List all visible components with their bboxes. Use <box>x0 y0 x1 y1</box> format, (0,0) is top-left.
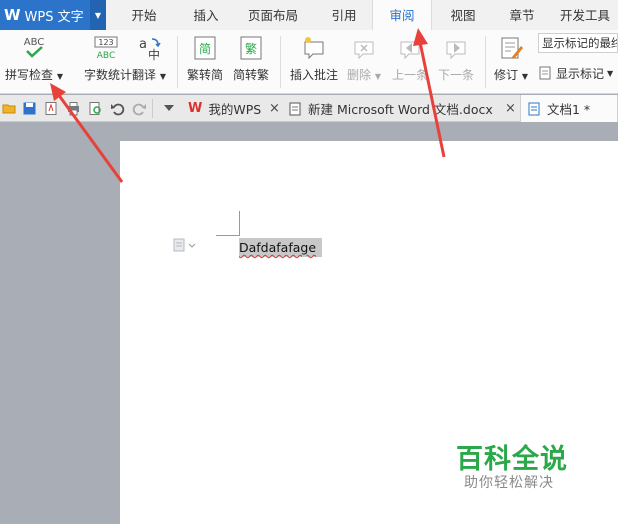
delete-comment-icon <box>354 41 374 60</box>
review-ribbon: ABC 拼写检查 ▼ 123 ABC 字数统计 a 中 翻译 ▼ 简 繁转简 繁… <box>0 30 618 94</box>
export-pdf-icon[interactable] <box>44 101 59 116</box>
customize-toolbar-icon[interactable] <box>163 103 175 113</box>
app-menu-button[interactable]: W WPS 文字 ▼ <box>0 0 106 30</box>
previous-comment-button[interactable]: 上一条 <box>388 30 432 90</box>
insert-comment-button[interactable]: 插入批注 <box>286 30 342 90</box>
spell-check-button[interactable]: ABC 拼写检查 ▼ <box>0 30 68 90</box>
doc-tab-new-word-doc[interactable]: 新建 Microsoft Word 文档.docx <box>284 95 516 122</box>
ribbon-separator <box>485 36 486 88</box>
doc-tab-label: 新建 Microsoft Word 文档.docx <box>308 102 493 117</box>
simp-to-trad-button[interactable]: 繁 简转繁 <box>230 30 272 90</box>
trad-to-simp-label: 繁转简 <box>186 68 223 82</box>
ribbon-separator <box>177 36 178 88</box>
close-icon[interactable]: × <box>269 95 280 122</box>
margin-marker <box>216 235 240 236</box>
paragraph-layout-icon[interactable] <box>172 238 198 252</box>
svg-text:简: 简 <box>199 42 211 56</box>
watermark-title: 百科全说 <box>456 444 568 475</box>
next-comment-icon <box>446 41 466 60</box>
chevron-down-icon: ▼ <box>607 68 614 78</box>
translate-label: 翻译 ▼ <box>132 68 166 82</box>
track-changes-label: 修订 ▼ <box>494 68 528 82</box>
tab-page-layout[interactable]: 页面布局 <box>230 0 316 30</box>
insert-comment-label: 插入批注 <box>289 68 338 82</box>
previous-label: 上一条 <box>391 68 428 82</box>
document-text[interactable]: Dafdafafage <box>239 238 323 257</box>
next-label: 下一条 <box>437 68 474 82</box>
markup-mode-select[interactable]: 显示标记的最终 <box>538 33 618 53</box>
translate-button[interactable]: a 中 翻译 ▼ <box>130 30 168 90</box>
word-count-icon: 123 ABC <box>94 36 118 61</box>
show-marks-icon <box>539 66 551 80</box>
svg-text:繁: 繁 <box>245 41 257 56</box>
track-changes-icon <box>501 37 523 59</box>
simp-to-trad-icon: 繁 <box>240 36 262 60</box>
doc-tab-label: 文档1 * <box>547 102 591 117</box>
simp-to-trad-label: 简转繁 <box>232 68 269 82</box>
svg-text:ABC: ABC <box>97 51 115 61</box>
watermark-subtitle: 助你轻松解决 <box>464 475 554 491</box>
tab-chapter[interactable]: 章节 <box>494 0 550 30</box>
toolbar-divider <box>152 99 153 118</box>
insert-comment-icon <box>304 37 324 60</box>
document-icon <box>528 102 540 115</box>
close-icon[interactable]: × <box>505 95 516 122</box>
print-preview-icon[interactable] <box>88 101 103 116</box>
save-icon[interactable] <box>22 101 37 116</box>
menu-tabs: 开始 插入 页面布局 引用 审阅 视图 章节 开发工具 <box>106 0 618 30</box>
svg-text:a: a <box>139 37 147 52</box>
tab-insert[interactable]: 插入 <box>182 0 230 30</box>
doc-tab-label: 我的WPS <box>208 102 262 117</box>
trad-to-simp-button[interactable]: 简 繁转简 <box>184 30 226 90</box>
redo-icon[interactable] <box>132 101 147 116</box>
app-title: WPS 文字 <box>24 9 84 25</box>
translate-icon: a 中 <box>139 37 161 61</box>
show-marks-button[interactable]: 显示标记 ▼ <box>538 64 613 82</box>
margin-marker <box>239 211 240 235</box>
svg-text:123: 123 <box>98 38 113 47</box>
delete-comment-button[interactable]: 删除 ▼ <box>344 30 384 90</box>
menu-bar: W WPS 文字 ▼ 开始 插入 页面布局 引用 审阅 视图 章节 开发工具 <box>0 0 618 30</box>
tab-review[interactable]: 审阅 <box>372 0 432 30</box>
word-count-label: 字数统计 <box>84 68 133 82</box>
quick-access-and-tabs-bar: W 我的WPS × 新建 Microsoft Word 文档.docx × 文档… <box>0 95 618 122</box>
previous-comment-icon <box>400 41 420 60</box>
track-changes-button[interactable]: 修订 ▼ <box>490 30 532 90</box>
tab-start[interactable]: 开始 <box>106 0 182 30</box>
document-icon <box>289 102 301 115</box>
delete-label: 删除 ▼ <box>347 68 381 82</box>
tab-developer[interactable]: 开发工具 <box>550 0 618 30</box>
spell-check-icon: ABC <box>24 37 44 58</box>
svg-text:中: 中 <box>148 47 160 61</box>
app-dropdown-icon[interactable]: ▼ <box>90 0 106 30</box>
tab-references[interactable]: 引用 <box>316 0 372 30</box>
print-icon[interactable] <box>66 101 81 116</box>
wps-logo-icon: W <box>4 6 21 24</box>
next-comment-button[interactable]: 下一条 <box>434 30 478 90</box>
trad-to-simp-icon: 简 <box>194 36 216 60</box>
undo-icon[interactable] <box>110 101 125 116</box>
open-folder-icon[interactable] <box>2 101 17 116</box>
tab-view[interactable]: 视图 <box>432 0 494 30</box>
doc-tab-document1[interactable]: 文档1 * <box>520 95 618 122</box>
word-count-button[interactable]: 123 ABC 字数统计 <box>84 30 133 90</box>
show-marks-label: 显示标记 <box>556 66 605 81</box>
wps-logo-icon: W <box>188 101 203 116</box>
spell-check-label: 拼写检查 ▼ <box>5 68 63 82</box>
ribbon-separator <box>280 36 281 88</box>
